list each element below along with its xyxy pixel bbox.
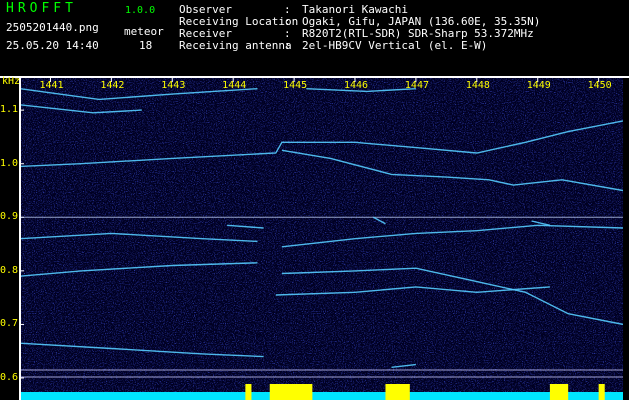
spectrogram-plot — [20, 78, 623, 400]
y-tick-label: 0.7 — [0, 318, 19, 330]
x-tick-label: 1445 — [283, 80, 308, 91]
x-tick-label: 1442 — [100, 80, 125, 91]
x-tick-label: 1444 — [222, 80, 247, 91]
detection-spike — [549, 384, 569, 400]
plot-left-border — [19, 76, 21, 400]
y-tick-label: 1.0 — [0, 157, 19, 169]
x-tick-label: 1450 — [587, 80, 612, 91]
y-tick-label: 1.1 — [0, 104, 19, 116]
x-tick-label: 1446 — [344, 80, 369, 91]
detection-spike — [245, 384, 252, 400]
plot-top-border — [0, 76, 629, 78]
app-version: 1.0.0 — [125, 5, 156, 16]
y-axis-label: kHz — [2, 76, 21, 87]
antenna-value: 2el-HB9CV Vertical (el. E-W) — [302, 39, 488, 52]
detection-spike — [598, 384, 605, 400]
timestamp: 25.05.20 14:40 — [6, 39, 99, 52]
x-tick-label: 1447 — [404, 80, 429, 91]
x-tick-label: 1449 — [526, 80, 551, 91]
header-panel: HROFFT 1.0.0 2505201440.png meteor 25.05… — [0, 0, 629, 72]
meteor-count: 18 — [139, 39, 153, 52]
x-tick-label: 1443 — [161, 80, 186, 91]
antenna-label: Receiving antenna — [179, 39, 292, 52]
detection-spike — [385, 384, 410, 400]
x-tick-label: 1448 — [465, 80, 490, 91]
x-tick-label: 1441 — [39, 80, 64, 91]
detection-spike — [269, 384, 313, 400]
y-tick-label: 0.8 — [0, 264, 19, 276]
detection-bar-base — [20, 392, 623, 400]
antenna-colon: : — [284, 39, 291, 52]
y-tick-label: 0.6 — [0, 372, 19, 383]
spectrogram-noise — [20, 78, 623, 400]
file-name: 2505201440.png — [6, 21, 99, 34]
app-title: HROFFT — [6, 1, 77, 16]
meteor-label: meteor — [124, 25, 164, 38]
y-tick-label: 0.9 — [0, 211, 19, 223]
